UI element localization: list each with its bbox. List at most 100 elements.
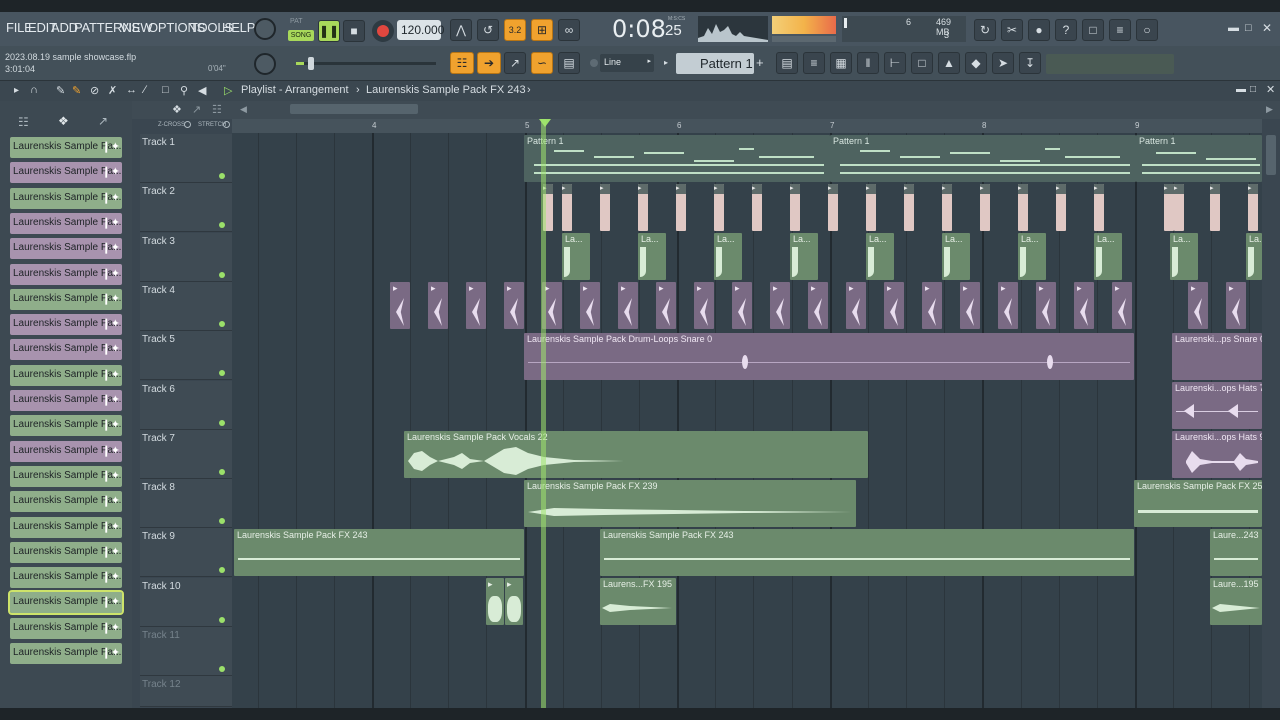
pattern-clip[interactable]: Pattern 1 <box>1136 135 1262 182</box>
playlist-minimize-icon[interactable]: ▬ <box>1236 84 1246 95</box>
track-header[interactable]: Track 2 <box>140 183 232 233</box>
metronome-icon[interactable]: ⋀ <box>450 19 472 41</box>
channel-button[interactable]: Laurenskis Sample Pa... ❙✦ <box>10 440 122 462</box>
audio-clip-hit[interactable]: ▸ <box>790 184 800 231</box>
audio-clip-hit[interactable]: ▸ <box>752 184 762 231</box>
zoom-icon[interactable]: ⚲ <box>180 84 188 97</box>
audio-clip-perc[interactable]: ▸ <box>732 282 752 329</box>
zcross-toggle[interactable] <box>184 121 191 128</box>
track-header[interactable]: Track 5 <box>140 331 232 381</box>
audio-clip-hit[interactable]: ▸ <box>1056 184 1066 231</box>
song-time[interactable]: 0:08 <box>612 15 666 43</box>
select-icon[interactable]: □ <box>162 84 169 96</box>
track-mute-led[interactable] <box>219 370 225 377</box>
audio-clip-perc[interactable]: ▸ <box>504 282 524 329</box>
audio-clip-perc[interactable]: ▸ <box>618 282 638 329</box>
audio-clip-hats[interactable]: Laurenski...ops Hats 9 <box>1172 431 1262 478</box>
audio-clip-hit[interactable]: ▸ <box>1164 184 1174 231</box>
audio-clip-perc[interactable]: ▸ <box>770 282 790 329</box>
channel-button[interactable]: Laurenskis Sample Pa... ❙✦ <box>10 162 122 184</box>
audio-clip-perc[interactable]: ▸ <box>922 282 942 329</box>
track-header[interactable]: Track 10 <box>140 577 232 627</box>
scroll-right-icon[interactable]: ▶ <box>1266 104 1273 115</box>
window-close-icon[interactable]: ✕ <box>1262 21 1272 35</box>
slip-icon[interactable]: ↔ <box>126 84 137 96</box>
playlist-icon[interactable]: ▤ <box>776 52 798 74</box>
master-pitch-knob[interactable] <box>254 53 276 75</box>
plugin-database-icon[interactable]: ➤ <box>992 52 1014 74</box>
pattern-prev-icon[interactable]: ▸ <box>664 58 668 67</box>
audio-clip-la[interactable]: La... <box>1170 233 1198 280</box>
pitch-slider[interactable] <box>296 57 436 70</box>
audio-clip-perc[interactable]: ▸ <box>1074 282 1094 329</box>
audio-clip-perc[interactable]: ▸ <box>960 282 980 329</box>
window-minimize-icon[interactable]: ▬ <box>1228 22 1239 34</box>
audio-clip-snare[interactable]: Laurenskis Sample Pack Drum-Loops Snare … <box>524 333 1134 380</box>
master-volume-knob[interactable] <box>254 18 276 40</box>
export-icon[interactable]: ↧ <box>1019 52 1041 74</box>
tempo-display[interactable]: 120.000 <box>397 20 444 40</box>
track-header[interactable]: Track 1 <box>140 134 232 183</box>
track-mute-led[interactable] <box>219 173 225 179</box>
browser-icon[interactable]: ⊢ <box>884 52 906 74</box>
track-header[interactable]: Track 11 <box>140 627 232 676</box>
loop-record-icon[interactable]: ∞ <box>558 19 580 41</box>
pitch-slider-handle[interactable] <box>308 57 314 70</box>
timeline-ruler[interactable] <box>232 119 1262 133</box>
draw-icon[interactable]: ↗ <box>504 52 526 74</box>
channel-button[interactable]: Laurenskis Sample Pa... ❙✦ <box>10 567 122 589</box>
channel-button[interactable]: Laurenskis Sample Pa... ❙✦ <box>10 212 122 234</box>
magnet-icon[interactable]: ∩ <box>30 84 38 96</box>
audio-clip-la[interactable]: La... <box>1094 233 1122 280</box>
audio-clip-perc[interactable]: ▸ <box>884 282 904 329</box>
playlist-menu-arrow-icon[interactable]: ▸ <box>14 85 19 96</box>
record-button[interactable] <box>372 20 394 42</box>
piano-roll-window-icon[interactable]: ≡ <box>803 52 825 74</box>
audio-clip-perc[interactable]: ▸ <box>846 282 866 329</box>
audio-clip-la[interactable]: La... <box>790 233 818 280</box>
audio-clip-hit[interactable]: ▸ <box>980 184 990 231</box>
audio-clip-perc[interactable]: ▸ <box>1226 282 1246 329</box>
paint-icon[interactable]: ✎ <box>72 84 81 97</box>
window-restore-icon[interactable]: □ <box>1245 22 1252 34</box>
audio-clip-fx195[interactable]: Laurens...FX 195 <box>600 578 676 625</box>
delete-icon[interactable]: ⊘ <box>90 84 99 97</box>
cut-icon[interactable]: ✂ <box>1001 19 1023 41</box>
audio-clip-hit[interactable]: ▸ <box>904 184 914 231</box>
audio-clip-perc[interactable]: ▸ <box>428 282 448 329</box>
audio-clip-la[interactable]: La... <box>866 233 894 280</box>
piano-icon[interactable]: ☷ <box>212 103 222 116</box>
audio-clip-small[interactable]: ▸ <box>486 578 504 625</box>
audio-clip-perc[interactable]: ▸ <box>694 282 714 329</box>
audio-clip-hit[interactable]: ▸ <box>676 184 686 231</box>
horizontal-scrollbar-thumb[interactable] <box>290 104 418 114</box>
audio-clip-la[interactable]: La... <box>638 233 666 280</box>
plugin-picker-icon[interactable]: □ <box>911 52 933 74</box>
audio-clip-la[interactable]: La... <box>942 233 970 280</box>
audio-clip-la[interactable]: La... <box>1018 233 1046 280</box>
audio-clip-perc[interactable]: ▸ <box>998 282 1018 329</box>
audio-clip-fx243[interactable]: Laurenskis Sample Pack FX 243 <box>600 529 1134 576</box>
audio-clip-fx243[interactable]: Laure...243 <box>1210 529 1262 576</box>
channel-button[interactable]: Laurenskis Sample Pa... ❙✦ <box>10 491 122 513</box>
audio-clip-la[interactable]: La... <box>1246 233 1262 280</box>
track-mute-led[interactable] <box>219 518 225 525</box>
audio-clip-hit[interactable]: ▸ <box>1094 184 1104 231</box>
track-header[interactable]: Track 8 <box>140 479 232 529</box>
channel-button[interactable]: Laurenskis Sample Pa... ❙✦ <box>10 465 122 487</box>
audio-clip-fx239[interactable]: Laurenskis Sample Pack FX 239 <box>524 480 856 527</box>
countdown-icon[interactable]: ↺ <box>477 19 499 41</box>
vertical-scrollbar-thumb[interactable] <box>1266 135 1276 175</box>
channel-button[interactable]: Laurenskis Sample Pa... ❙✦ <box>10 238 122 260</box>
audio-clip-hit[interactable]: ▸ <box>1210 184 1220 231</box>
channel-button[interactable]: Laurenskis Sample Pa... ❙✦ <box>10 643 122 664</box>
audio-clip-la[interactable]: La... <box>562 233 590 280</box>
chat-icon[interactable]: ○ <box>1136 19 1158 41</box>
channel-button[interactable]: Laurenskis Sample Pa... ❙✦ <box>8 590 124 616</box>
channel-button[interactable]: Laurenskis Sample Pa... ❙✦ <box>10 339 122 361</box>
channel-button[interactable]: Laurenskis Sample Pa... ❙✦ <box>10 516 122 538</box>
audio-clip-hit[interactable]: ▸ <box>1248 184 1258 231</box>
track-mute-led[interactable] <box>219 419 225 426</box>
track-header[interactable]: Track 6 <box>140 380 232 430</box>
channel-button[interactable]: Laurenskis Sample Pa... ❙✦ <box>10 390 122 411</box>
